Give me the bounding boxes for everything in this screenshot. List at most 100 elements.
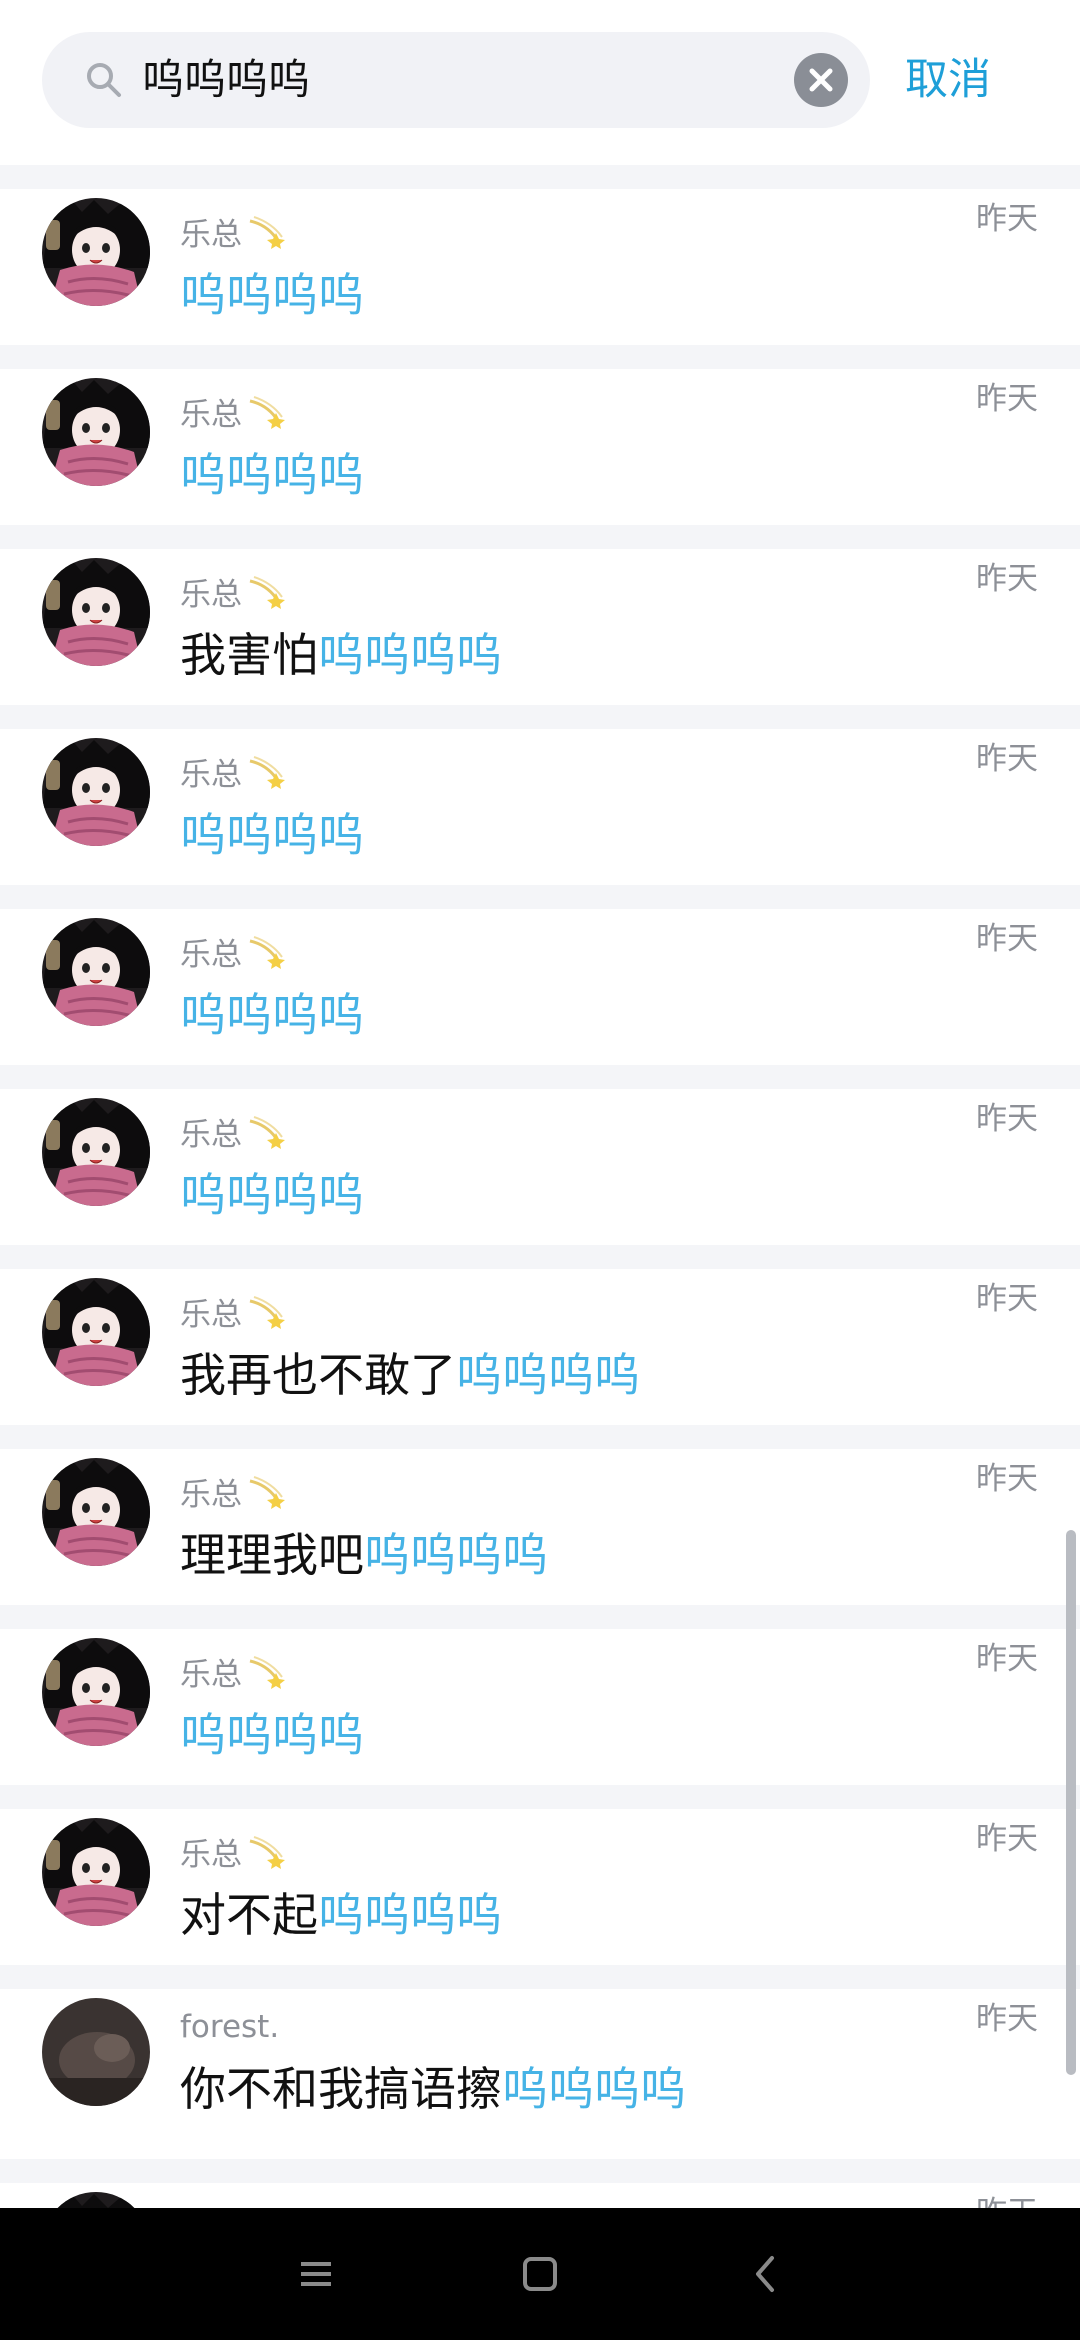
sender-name: 乐总 bbox=[180, 1649, 286, 1694]
highlighted-match: 呜呜呜呜 bbox=[180, 1168, 364, 1222]
sender-name: forest. bbox=[180, 2009, 279, 2045]
message-time: 昨天 bbox=[976, 381, 1038, 417]
sender-name-text: 乐总 bbox=[180, 217, 242, 253]
comet-emoji-icon bbox=[249, 1475, 285, 1509]
search-input[interactable]: 呜呜呜呜 bbox=[42, 32, 870, 128]
comet-emoji-icon bbox=[249, 1835, 285, 1869]
search-result-item[interactable]: 乐总 昨天呜呜呜呜 bbox=[0, 369, 1080, 525]
sender-name: 乐总 bbox=[180, 749, 286, 794]
message-snippet: 对不起呜呜呜呜 bbox=[180, 1879, 502, 1945]
search-query: 呜呜呜呜 bbox=[142, 55, 311, 104]
search-results-list: 乐总 昨天 呜呜呜呜 乐总 昨天 呜呜呜呜 乐总 昨天 我害怕呜呜呜呜 乐总 昨天 呜呜呜呜 乐总 昨天呜… bbox=[0, 165, 1080, 2339]
message-snippet: 呜呜呜呜 bbox=[180, 1699, 364, 1765]
scrollbar[interactable] bbox=[1066, 1530, 1076, 2075]
sender-name-text: 乐总 bbox=[180, 1837, 242, 1873]
clear-button[interactable] bbox=[794, 53, 848, 107]
sender-name: 乐总 bbox=[180, 389, 286, 434]
sender-name: 乐总 bbox=[180, 929, 286, 974]
message-time: 昨天 bbox=[976, 921, 1038, 957]
message-text: 对不起 bbox=[180, 1888, 318, 1942]
message-time: 昨天 bbox=[976, 741, 1038, 777]
avatar[interactable] bbox=[42, 198, 150, 306]
message-text: 我再也不敢了 bbox=[180, 1348, 456, 1402]
search-header: 呜呜呜呜 取消 bbox=[0, 0, 1080, 165]
avatar[interactable] bbox=[42, 558, 150, 666]
comet-emoji-icon bbox=[249, 755, 285, 789]
highlighted-match: 呜呜呜呜 bbox=[180, 1708, 364, 1762]
sender-name: 乐总 bbox=[180, 569, 286, 614]
message-time: 昨天 bbox=[976, 1641, 1038, 1677]
message-text: 我害怕 bbox=[180, 628, 318, 682]
message-time: 昨天 bbox=[976, 561, 1038, 597]
search-result-item[interactable]: forest. 昨天你不和我搞语擦呜呜呜呜 bbox=[0, 1989, 1080, 2159]
comet-emoji-icon bbox=[249, 1295, 285, 1329]
highlighted-match: 呜呜呜呜 bbox=[364, 1528, 548, 1582]
highlighted-match: 呜呜呜呜 bbox=[180, 988, 364, 1042]
sender-name: 乐总 bbox=[180, 1109, 286, 1154]
message-time: 昨天 bbox=[976, 2001, 1038, 2037]
sender-name: 乐总 bbox=[180, 1469, 286, 1514]
search-result-item[interactable]: 乐总 昨天 对不起呜呜呜呜 bbox=[0, 1809, 1080, 1965]
sender-name-text: 乐总 bbox=[180, 1117, 242, 1153]
home-icon[interactable] bbox=[510, 2244, 570, 2304]
search-result-item[interactable]: 乐总 昨天呜呜呜呜 bbox=[0, 189, 1080, 345]
comet-emoji-icon bbox=[249, 395, 285, 429]
menu-icon[interactable] bbox=[286, 2244, 346, 2304]
cancel-button[interactable]: 取消 bbox=[905, 32, 991, 128]
message-text: 理理我吧 bbox=[180, 1528, 364, 1582]
sender-name-text: 乐总 bbox=[180, 757, 242, 793]
search-result-item[interactable]: 乐总 昨天理理我吧呜呜呜呜 bbox=[0, 1449, 1080, 1605]
message-snippet: 呜呜呜呜 bbox=[180, 1159, 364, 1225]
back-icon[interactable] bbox=[736, 2244, 796, 2304]
message-snippet: 理理我吧呜呜呜呜 bbox=[180, 1519, 548, 1585]
sender-name-text: 乐总 bbox=[180, 397, 242, 433]
sender-name-text: 乐总 bbox=[180, 577, 242, 613]
avatar[interactable] bbox=[42, 378, 150, 486]
sender-name: 乐总 bbox=[180, 1829, 286, 1874]
search-icon bbox=[87, 63, 121, 97]
avatar[interactable] bbox=[42, 1998, 150, 2106]
message-snippet: 我再也不敢了呜呜呜呜 bbox=[180, 1339, 640, 1405]
comet-emoji-icon bbox=[249, 1115, 285, 1149]
avatar[interactable] bbox=[42, 1638, 150, 1746]
message-snippet: 呜呜呜呜 bbox=[180, 259, 364, 325]
comet-emoji-icon bbox=[249, 575, 285, 609]
message-snippet: 呜呜呜呜 bbox=[180, 439, 364, 505]
sender-name-text: 乐总 bbox=[180, 1657, 242, 1693]
highlighted-match: 呜呜呜呜 bbox=[502, 2062, 686, 2116]
avatar[interactable] bbox=[42, 738, 150, 846]
avatar[interactable] bbox=[42, 1098, 150, 1206]
clear-icon bbox=[809, 68, 833, 92]
message-text: 你不和我搞语擦 bbox=[180, 2062, 502, 2116]
avatar[interactable] bbox=[42, 1278, 150, 1386]
highlighted-match: 呜呜呜呜 bbox=[180, 808, 364, 862]
search-result-item[interactable]: 乐总 昨天呜呜呜呜 bbox=[0, 1089, 1080, 1245]
sender-name-text: 乐总 bbox=[180, 1297, 242, 1333]
message-snippet: 我害怕呜呜呜呜 bbox=[180, 619, 502, 685]
search-result-item[interactable]: 乐总 昨天我再也不敢了呜呜呜呜 bbox=[0, 1269, 1080, 1425]
sender-name: 乐总 bbox=[180, 209, 286, 254]
avatar[interactable] bbox=[42, 1458, 150, 1566]
highlighted-match: 呜呜呜呜 bbox=[180, 448, 364, 502]
message-time: 昨天 bbox=[976, 1461, 1038, 1497]
comet-emoji-icon bbox=[249, 215, 285, 249]
highlighted-match: 呜呜呜呜 bbox=[180, 268, 364, 322]
search-result-item[interactable]: 乐总 昨天呜呜呜呜 bbox=[0, 909, 1080, 1065]
sender-name-text: 乐总 bbox=[180, 937, 242, 973]
search-result-item[interactable]: 乐总 昨天呜呜呜呜 bbox=[0, 1629, 1080, 1785]
comet-emoji-icon bbox=[249, 935, 285, 969]
search-result-item[interactable]: 乐总 昨天呜呜呜呜 bbox=[0, 729, 1080, 885]
highlighted-match: 呜呜呜呜 bbox=[318, 1888, 502, 1942]
highlighted-match: 呜呜呜呜 bbox=[456, 1348, 640, 1402]
sender-name-text: forest. bbox=[180, 2009, 280, 2045]
message-time: 昨天 bbox=[976, 1101, 1038, 1137]
message-time: 昨天 bbox=[976, 201, 1038, 237]
avatar[interactable] bbox=[42, 918, 150, 1026]
message-snippet: 你不和我搞语擦呜呜呜呜 bbox=[180, 2053, 686, 2119]
message-time: 昨天 bbox=[976, 1281, 1038, 1317]
highlighted-match: 呜呜呜呜 bbox=[318, 628, 502, 682]
message-snippet: 呜呜呜呜 bbox=[180, 979, 364, 1045]
search-result-item[interactable]: 乐总 昨天我害怕呜呜呜呜 bbox=[0, 549, 1080, 705]
message-snippet: 呜呜呜呜 bbox=[180, 799, 364, 865]
avatar[interactable] bbox=[42, 1818, 150, 1926]
